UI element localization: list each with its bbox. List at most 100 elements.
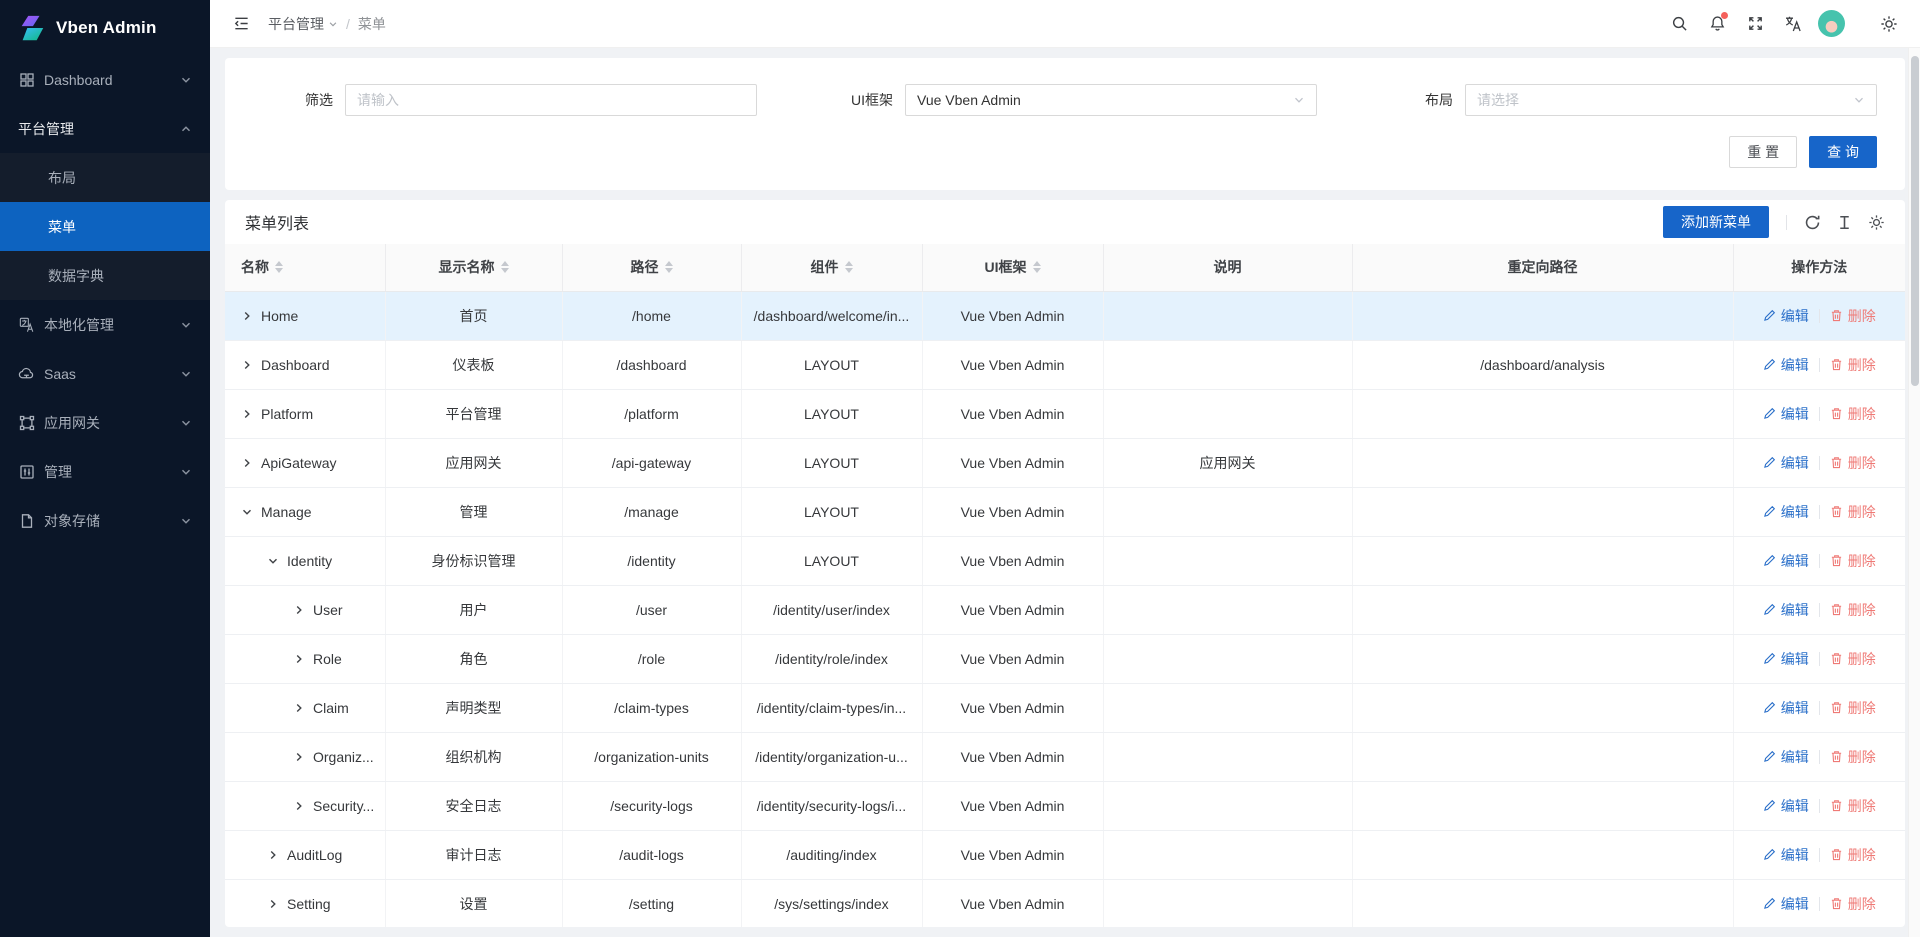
row-name-text: Organiz... [313,749,374,765]
edit-button[interactable]: 编辑 [1763,306,1809,326]
delete-button[interactable]: 删除 [1830,796,1876,816]
sidebar-item-api-gateway[interactable]: 应用网关 [0,398,210,447]
translate-icon[interactable] [1776,7,1810,41]
edit-button[interactable]: 编辑 [1763,894,1809,914]
cell-description: 应用网关 [1103,438,1352,487]
cell-component: /auditing/index [741,830,922,879]
edit-label: 编辑 [1781,649,1809,669]
search-icon[interactable] [1662,7,1696,41]
column-header-3[interactable]: 路径 [562,244,741,291]
refresh-icon[interactable] [1804,214,1821,231]
edit-pencil-icon [1763,652,1776,665]
layout-select[interactable]: 请选择 [1465,84,1877,116]
sidebar-item-layout[interactable]: 布局 [0,153,210,202]
cell-component: LAYOUT [741,340,922,389]
tree-expand-icon[interactable] [241,310,253,322]
row-height-icon[interactable] [1836,214,1853,231]
sidebar-item-menu[interactable]: 菜单 [0,202,210,251]
edit-button[interactable]: 编辑 [1763,649,1809,669]
delete-button[interactable]: 删除 [1830,600,1876,620]
fullscreen-icon[interactable] [1738,7,1772,41]
page-scrollbar[interactable] [1908,48,1920,937]
sidebar-item-platform[interactable]: 平台管理 [0,104,210,153]
cell-description [1103,487,1352,536]
tree-expand-icon[interactable] [241,359,253,371]
cell-path: /claim-types [562,683,741,732]
column-header-4[interactable]: 组件 [741,244,922,291]
tree-collapse-icon[interactable] [241,506,253,518]
trash-icon [1830,358,1843,371]
delete-button[interactable]: 删除 [1830,355,1876,375]
add-menu-button[interactable]: 添加新菜单 [1663,206,1769,238]
tree-expand-icon[interactable] [293,751,305,763]
edit-button[interactable]: 编辑 [1763,404,1809,424]
delete-button[interactable]: 删除 [1830,404,1876,424]
scrollbar-thumb[interactable] [1911,56,1919,386]
cell-name: Dashboard [225,340,385,389]
tree-expand-icon[interactable] [267,898,279,910]
tree-expand-icon[interactable] [267,849,279,861]
tree-expand-icon[interactable] [293,653,305,665]
delete-button[interactable]: 删除 [1830,306,1876,326]
tree-expand-icon[interactable] [241,408,253,420]
ui-framework-select[interactable]: Vue Vben Admin [905,84,1317,116]
delete-button[interactable]: 删除 [1830,845,1876,865]
sidebar-item-manage[interactable]: 管理 [0,447,210,496]
column-header-5[interactable]: UI框架 [922,244,1103,291]
edit-button[interactable]: 编辑 [1763,845,1809,865]
sort-carets-icon [665,261,673,273]
cell-component: /dashboard/welcome/in... [741,291,922,340]
delete-button[interactable]: 删除 [1830,551,1876,571]
delete-button[interactable]: 删除 [1830,698,1876,718]
sidebar-item-localization[interactable]: 本地化管理 [0,300,210,349]
edit-pencil-icon [1763,358,1776,371]
delete-button[interactable]: 删除 [1830,453,1876,473]
breadcrumb-item-platform[interactable]: 平台管理 [268,14,338,34]
user-avatar[interactable] [1814,7,1848,41]
action-divider [1819,652,1820,666]
reset-button[interactable]: 重 置 [1729,136,1797,168]
delete-button[interactable]: 删除 [1830,502,1876,522]
edit-button[interactable]: 编辑 [1763,551,1809,571]
cell-redirect-path [1352,291,1733,340]
app-logo[interactable]: Vben Admin [0,0,210,55]
tree-collapse-icon[interactable] [267,555,279,567]
sidebar-item-data-dictionary[interactable]: 数据字典 [0,251,210,300]
edit-label: 编辑 [1781,502,1809,522]
edit-label: 编辑 [1781,404,1809,424]
vben-logo-icon [17,13,47,43]
cell-name: Setting [225,879,385,927]
edit-button[interactable]: 编辑 [1763,453,1809,473]
sidebar-item-saas[interactable]: Saas [0,349,210,398]
cell-operations: 编辑 删除 [1733,340,1905,389]
edit-button[interactable]: 编辑 [1763,747,1809,767]
column-header-1[interactable]: 名称 [225,244,385,291]
chevron-down-icon [1293,94,1305,106]
tree-expand-icon[interactable] [293,800,305,812]
filter-keyword-input[interactable] [345,84,757,116]
delete-button[interactable]: 删除 [1830,894,1876,914]
cell-name: AuditLog [225,830,385,879]
cell-operations: 编辑 删除 [1733,389,1905,438]
tree-expand-icon[interactable] [293,604,305,616]
edit-button[interactable]: 编辑 [1763,796,1809,816]
cell-operations: 编辑 删除 [1733,585,1905,634]
edit-button[interactable]: 编辑 [1763,698,1809,718]
tree-expand-icon[interactable] [293,702,305,714]
delete-button[interactable]: 删除 [1830,649,1876,669]
settings-gear-icon[interactable] [1872,7,1906,41]
delete-button[interactable]: 删除 [1830,747,1876,767]
notification-bell-icon[interactable] [1700,7,1734,41]
sidebar-collapse-icon[interactable] [224,7,258,41]
tree-expand-icon[interactable] [241,457,253,469]
cell-component: /identity/organization-u... [741,732,922,781]
sidebar-item-object-storage[interactable]: 对象存储 [0,496,210,545]
edit-button[interactable]: 编辑 [1763,600,1809,620]
edit-button[interactable]: 编辑 [1763,502,1809,522]
sidebar-item-dashboard[interactable]: Dashboard [0,55,210,104]
table-settings-gear-icon[interactable] [1868,214,1885,231]
search-button[interactable]: 查 询 [1809,136,1877,168]
row-name-text: User [313,602,343,618]
column-header-2[interactable]: 显示名称 [385,244,562,291]
edit-button[interactable]: 编辑 [1763,355,1809,375]
